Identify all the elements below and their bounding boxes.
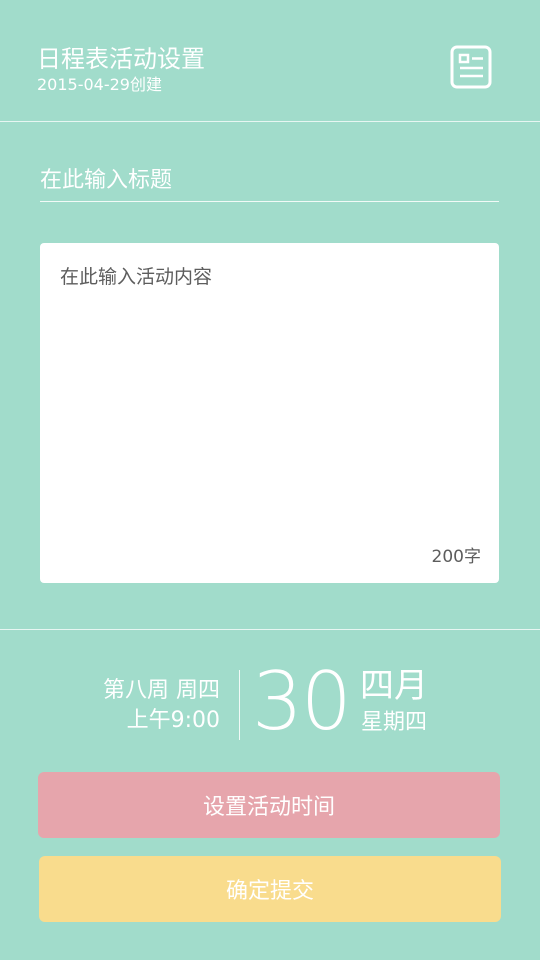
header: 日程表活动设置 2015-04-29创建 (0, 0, 540, 122)
created-date: 2015-04-29创建 (37, 75, 162, 94)
date-info-left: 第八周 周四 上午9:00 (103, 676, 220, 736)
week-label: 第八周 周四 (103, 678, 220, 703)
divider (0, 629, 540, 630)
month-label: 四月 (360, 666, 428, 706)
submit-button[interactable]: 确定提交 (39, 856, 501, 922)
schedule-activity-settings-screen: 日程表活动设置 2015-04-29创建 200字 第八周 周四 上午9:00 … (0, 0, 540, 960)
content-textarea[interactable] (60, 263, 479, 533)
title-input[interactable] (40, 160, 499, 202)
content-box: 200字 (40, 243, 499, 583)
weekday-label: 星期四 (361, 710, 428, 735)
document-list-icon[interactable] (450, 45, 492, 89)
date-separator (239, 670, 240, 740)
page-title: 日程表活动设置 (37, 45, 205, 73)
day-number: 30 (252, 655, 352, 748)
set-activity-time-button[interactable]: 设置活动时间 (38, 772, 500, 838)
time-label: 上午9:00 (126, 708, 220, 733)
char-limit-label: 200字 (431, 547, 481, 567)
